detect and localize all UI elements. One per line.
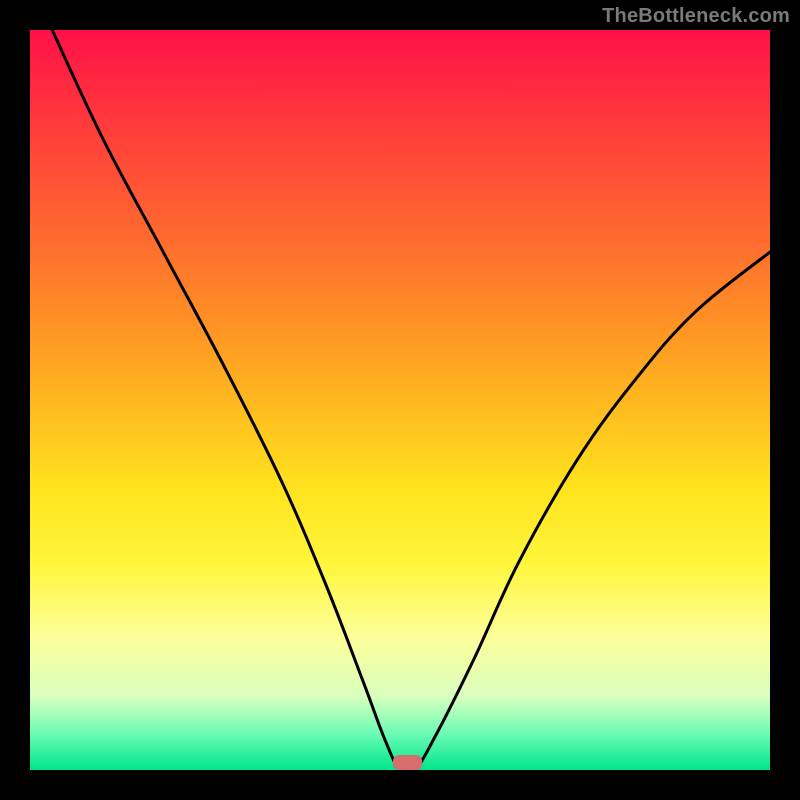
curve-path — [52, 30, 770, 770]
optimal-marker — [393, 755, 423, 770]
bottleneck-curve — [30, 30, 770, 770]
watermark-text: TheBottleneck.com — [602, 5, 790, 28]
chart-frame: TheBottleneck.com — [0, 0, 800, 800]
plot-area — [30, 30, 770, 770]
